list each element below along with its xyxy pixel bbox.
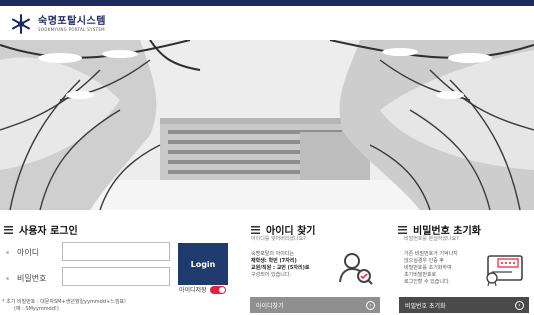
save-id-toggle[interactable] [209,285,226,294]
header: 숙명포탈시스템 SOOKMYUNG PORTAL SYSTEM [0,6,534,40]
password-input[interactable] [62,267,170,286]
logo-title: 숙명포탈시스템 [38,15,106,27]
password-row: 비밀번호 [6,273,46,284]
find-id-title: 아이디 찾기 [251,222,315,237]
snowflake-emblem-icon [12,14,30,34]
save-id-label: 아이디저장 [179,287,207,294]
password-label: 비밀번호 [17,274,47,283]
portal-logo[interactable]: 숙명포탈시스템 SOOKMYUNG PORTAL SYSTEM [10,14,106,34]
logo-subtitle: SOOKMYUNG PORTAL SYSTEM [38,26,105,32]
bullet-icon [6,277,9,280]
chevron-right-icon: › [366,300,375,310]
reset-password-button[interactable]: 비밀번호 초기화 › [399,297,529,313]
bullet-icon [6,251,9,254]
password-certificate-icon [486,255,523,286]
id-label: 아이디 [17,248,40,257]
reset-password-question: 비밀번호를 분실하셨나요? [404,236,459,242]
id-row: 아이디 [6,247,39,258]
menu-lines-icon [251,225,260,234]
menu-lines-icon [398,225,407,234]
chevron-right-icon: › [515,300,524,310]
login-button[interactable]: Login [178,243,228,285]
find-id-button[interactable]: 아이디찾기 › [250,297,380,313]
id-input[interactable] [62,242,170,261]
reset-password-title: 비밀번호 초기화 [398,222,481,237]
save-id-toggle-group: 아이디저장 [179,285,226,294]
menu-lines-icon [4,225,13,234]
find-id-question: 아이디를 잊어버리셨나요? [251,236,306,242]
hero-campus-image [0,40,534,210]
login-panel-title: 사용자 로그인 [4,222,78,237]
reset-password-description: 기존 비밀번호가 기억나지 않으실경우 인증 후 비밀번호를 초기화하여 초기비… [404,251,458,285]
initial-password-note: * 초기 비밀번호 : 대문자SM+생년월일yymmdd+느낌표! (예 : S… [2,299,127,312]
find-id-description: 숙명포탈의 아이디는 재학생: 학번 (7자리) 교원/직원 : 교번 (5자리… [251,251,310,278]
user-search-icon [339,253,373,285]
